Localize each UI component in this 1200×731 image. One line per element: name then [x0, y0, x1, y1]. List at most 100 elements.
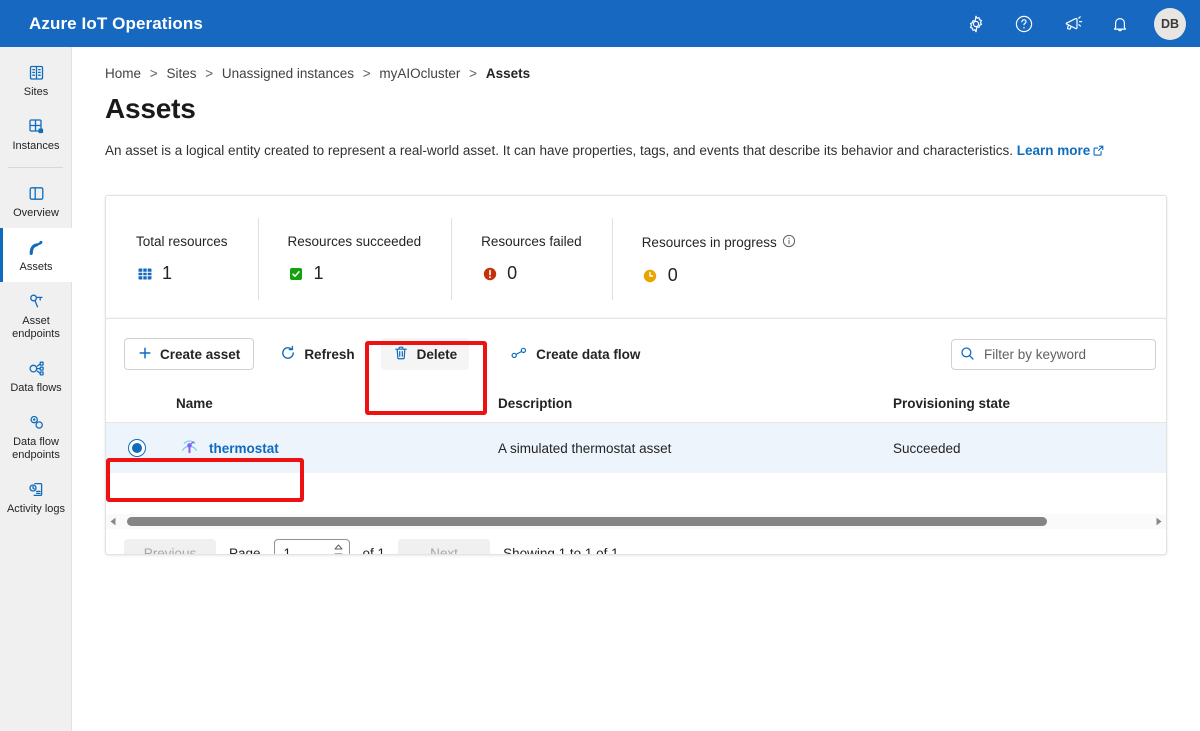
table-row[interactable]: thermostat A simulated thermostat asset …: [106, 422, 1166, 473]
grid-icon: [136, 265, 153, 282]
header-actions: DB: [960, 7, 1200, 40]
avatar[interactable]: DB: [1154, 7, 1186, 40]
stat-number: 1: [313, 263, 324, 283]
stat-label: Total resources: [136, 234, 228, 249]
learn-more-link[interactable]: Learn more: [1017, 143, 1091, 158]
page-description-text: An asset is a logical entity created to …: [105, 143, 1013, 158]
horizontal-scrollbar[interactable]: [106, 514, 1166, 529]
breadcrumb-separator: >: [469, 66, 478, 81]
filter-search: [951, 338, 1156, 370]
asset-endpoints-icon: [26, 290, 47, 312]
sidebar-item-label: Sites: [23, 86, 49, 98]
stat-resources-in-progress: Resources in progress 0: [611, 196, 826, 319]
table-header-row: Name Description Provisioning state: [106, 389, 1166, 423]
breadcrumb-separator: >: [362, 66, 371, 81]
resource-stats-card: Total resources 1 Resources succeeded 1 …: [105, 195, 1167, 320]
stat-total-resources: Total resources 1: [106, 196, 258, 319]
page-label: Page: [229, 546, 261, 555]
refresh-button[interactable]: Refresh: [268, 338, 366, 370]
sidebar-item-instances[interactable]: Instances: [0, 107, 72, 161]
success-check-icon: [288, 265, 305, 282]
breadcrumb-item-myaiocluster[interactable]: myAIOcluster: [379, 66, 460, 81]
delete-label: Delete: [416, 346, 458, 362]
showing-range-label: Showing 1 to 1 of 1: [503, 546, 619, 555]
sidebar-item-sites[interactable]: Sites: [0, 53, 72, 107]
scroll-right-arrow-icon[interactable]: [1152, 514, 1166, 529]
sidebar-item-activity-logs[interactable]: Activity logs: [0, 470, 72, 524]
sidebar-divider: [8, 167, 63, 168]
stat-label: Resources failed: [481, 234, 582, 249]
bell-icon[interactable]: [1104, 8, 1136, 40]
toolbar-separator: [483, 343, 485, 365]
breadcrumb-item-unassigned-instances[interactable]: Unassigned instances: [222, 66, 354, 81]
scrollbar-thumb[interactable]: [127, 517, 1047, 526]
page-description: An asset is a logical entity created to …: [105, 143, 1200, 159]
table-header-name[interactable]: Name: [158, 389, 498, 423]
breadcrumb-item-assets: Assets: [485, 66, 531, 81]
create-data-flow-label: Create data flow: [536, 346, 641, 362]
data-flow-icon: [510, 345, 528, 364]
row-provisioning-state-cell: Succeeded: [893, 422, 1166, 473]
page-total-label: of 1: [362, 546, 386, 555]
sites-icon: [26, 61, 47, 83]
delete-button[interactable]: Delete: [380, 338, 470, 370]
plus-icon: [138, 346, 152, 363]
asset-icon: [180, 437, 199, 459]
table-header-provisioning-state[interactable]: Provisioning state: [893, 389, 1166, 423]
sidebar-item-data-flow-endpoints[interactable]: Data flow endpoints: [0, 403, 72, 470]
scrollbar-track[interactable]: [120, 514, 1152, 529]
overview-icon: [26, 182, 47, 204]
clock-icon: [642, 267, 659, 284]
sidebar-item-label: Data flows: [10, 382, 62, 394]
help-icon[interactable]: [1008, 8, 1040, 40]
stat-value-row: 0: [642, 265, 796, 286]
stepper-up-icon: [334, 544, 343, 549]
sidebar-item-asset-endpoints[interactable]: Asset endpoints: [0, 282, 72, 349]
app-header: Azure IoT Operations DB: [0, 0, 1200, 47]
sidebar-item-label: Overview: [13, 207, 59, 219]
stat-number: 0: [507, 263, 518, 283]
create-data-flow-button[interactable]: Create data flow: [498, 338, 652, 370]
asset-name-link[interactable]: thermostat: [209, 441, 279, 456]
breadcrumb-item-sites[interactable]: Sites: [166, 66, 196, 81]
row-select-cell[interactable]: [106, 422, 158, 473]
table-header: Name Description Provisioning state: [106, 389, 1166, 423]
table-header-description[interactable]: Description: [498, 389, 893, 423]
page-title: Assets: [105, 93, 196, 124]
gear-icon[interactable]: [960, 8, 992, 40]
stat-number: 1: [162, 263, 173, 283]
breadcrumb-separator: >: [149, 66, 158, 81]
scroll-left-arrow-icon[interactable]: [106, 514, 120, 529]
refresh-label: Refresh: [304, 346, 355, 362]
info-icon[interactable]: [782, 234, 796, 251]
external-link-icon: [1093, 144, 1104, 159]
assets-table-card: Create asset Refresh Delete Create data …: [105, 318, 1167, 555]
previous-page-button[interactable]: Previous: [124, 538, 216, 554]
error-circle-icon: [481, 265, 498, 282]
megaphone-icon[interactable]: [1056, 8, 1088, 40]
sidebar-item-label: Data flow endpoints: [12, 436, 60, 461]
sidebar-item-assets[interactable]: Assets: [0, 228, 72, 282]
trash-icon: [393, 345, 409, 364]
assets-table: Name Description Provisioning state ther…: [106, 389, 1166, 473]
assets-icon: [25, 236, 47, 258]
sidebar-item-overview[interactable]: Overview: [0, 174, 72, 228]
sidebar-item-label: Activity logs: [6, 503, 66, 515]
create-asset-button[interactable]: Create asset: [124, 338, 255, 370]
search-input[interactable]: [951, 338, 1156, 370]
data-flows-icon: [26, 357, 47, 379]
stepper-buttons[interactable]: [334, 544, 343, 554]
breadcrumb-item-home[interactable]: Home: [105, 66, 141, 81]
sidebar-item-data-flows[interactable]: Data flows: [0, 349, 72, 403]
stat-resources-failed: Resources failed 0: [451, 196, 612, 319]
row-name-cell: thermostat: [158, 422, 498, 473]
row-radio-button[interactable]: [128, 439, 146, 457]
table-header-select: [106, 389, 158, 423]
table-body: thermostat A simulated thermostat asset …: [106, 422, 1166, 473]
create-asset-label: Create asset: [160, 346, 241, 362]
stepper-down-icon: [334, 553, 343, 554]
instances-icon: [26, 115, 47, 137]
next-page-button[interactable]: Next: [398, 538, 491, 554]
stat-value-row: 0: [481, 263, 582, 284]
stat-number: 0: [667, 265, 678, 285]
